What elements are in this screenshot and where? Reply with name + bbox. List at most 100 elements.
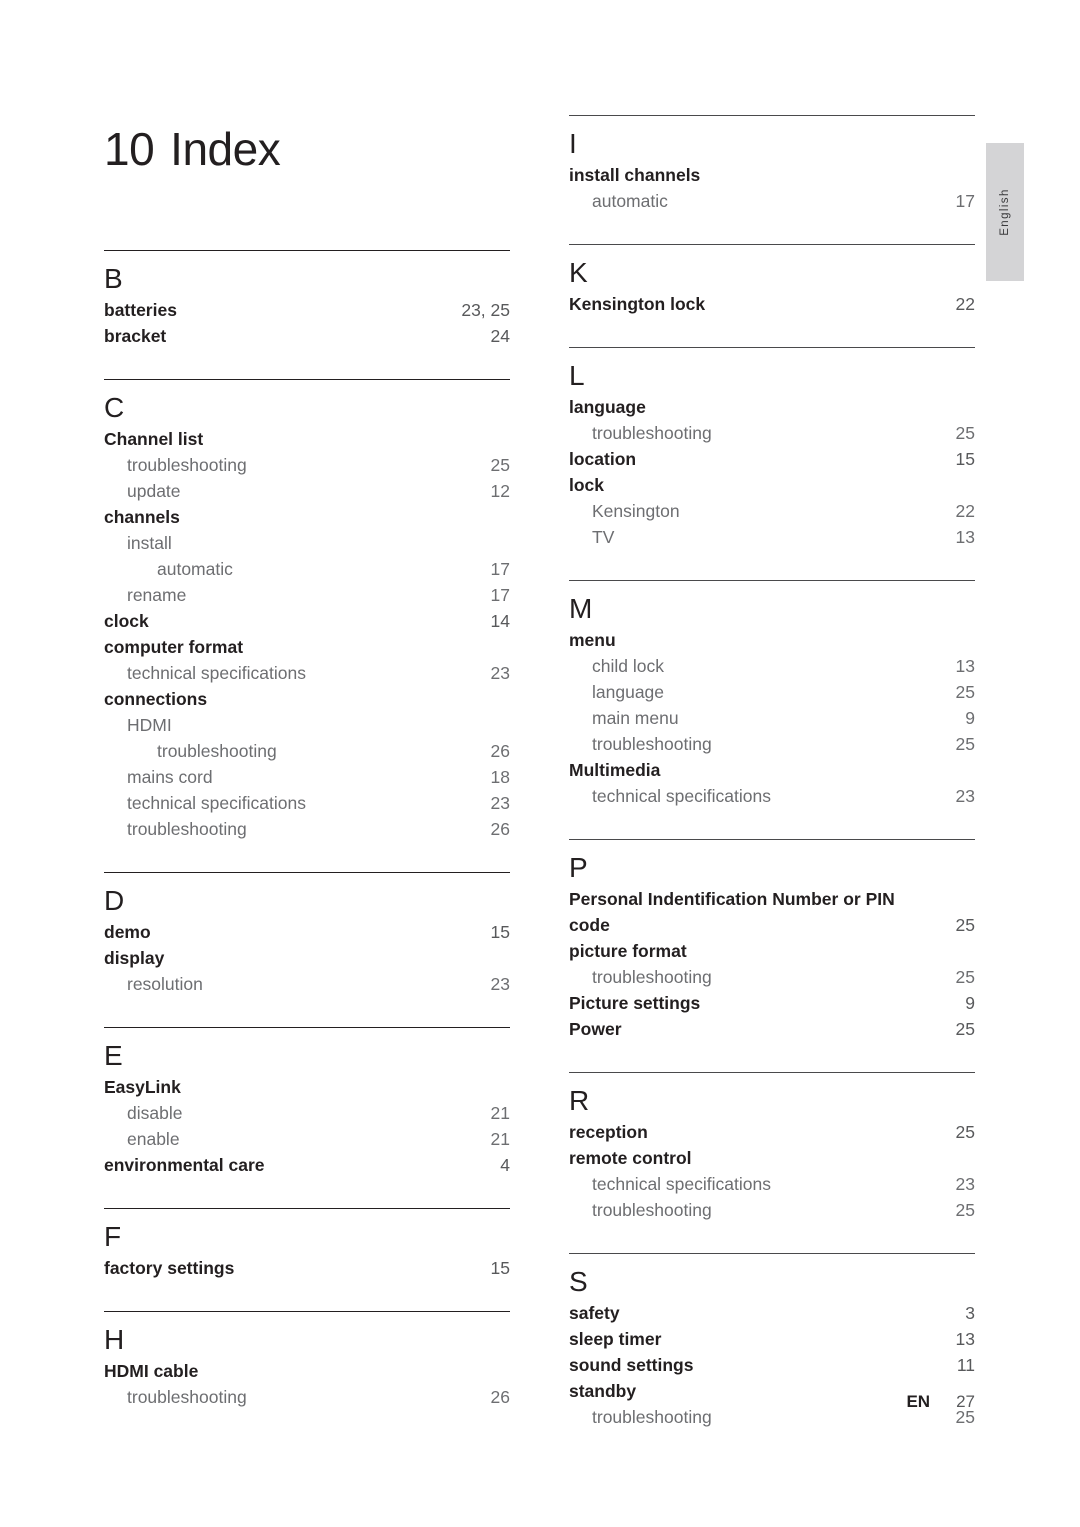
index-entry-page-number: 25: [955, 734, 975, 754]
index-entry[interactable]: display: [104, 945, 510, 971]
index-entry[interactable]: Kensington lock 22: [569, 291, 975, 317]
index-entry[interactable]: Kensington 22: [569, 498, 975, 524]
index-entry[interactable]: child lock 13: [569, 653, 975, 679]
index-section-i: Iinstall channels automatic 17: [569, 115, 975, 244]
index-entry[interactable]: enable 21: [104, 1126, 510, 1152]
index-entry-list: batteries 23, 25 bracket 24: [104, 297, 510, 379]
index-entry-page-number: 17: [955, 191, 975, 211]
index-entry[interactable]: EasyLink: [104, 1074, 510, 1100]
index-column-left: Bbatteries 23, 25 bracket 24 C Channel list tr…: [104, 250, 510, 1440]
index-entry[interactable]: computer format: [104, 634, 510, 660]
index-entry[interactable]: automatic 17: [569, 188, 975, 214]
index-entry-list: menu child lock 13 language 25 main menu 9 trou…: [569, 627, 975, 839]
index-entry[interactable]: Personal Indentification Number or PIN co…: [569, 886, 975, 938]
index-entry-label-continuation: code: [569, 915, 610, 935]
index-entry[interactable]: technical specifications 23: [569, 1171, 975, 1197]
index-entry-label: connections: [104, 689, 208, 709]
index-entry[interactable]: troubleshooting 26: [104, 738, 510, 764]
section-letter: I: [569, 128, 577, 159]
index-section-b: Bbatteries 23, 25 bracket 24: [104, 250, 510, 379]
index-entry-label: install channels: [569, 165, 701, 185]
index-entry[interactable]: lock: [569, 472, 975, 498]
index-entry-label: child lock: [592, 656, 664, 676]
index-entry-list: demo 15 display resolution 23: [104, 919, 510, 1027]
section-letter: S: [569, 1266, 588, 1297]
section-letter: E: [104, 1040, 123, 1071]
index-entry-list: Personal Indentification Number or PIN co…: [569, 886, 975, 1072]
index-entry[interactable]: channels: [104, 504, 510, 530]
index-entry[interactable]: picture format: [569, 938, 975, 964]
index-entry[interactable]: language 25: [569, 679, 975, 705]
index-entry[interactable]: troubleshooting 25: [569, 1197, 975, 1223]
index-entry-label: channels: [104, 507, 180, 527]
index-entry[interactable]: install: [104, 530, 510, 556]
section-letter: R: [569, 1085, 590, 1116]
index-entry[interactable]: factory settings 15: [104, 1255, 510, 1281]
index-entry[interactable]: troubleshooting 26: [104, 816, 510, 842]
index-entry[interactable]: TV 13: [569, 524, 975, 550]
index-entry[interactable]: Power 25: [569, 1016, 975, 1042]
index-entry-page-number: 18: [490, 767, 510, 787]
index-entry[interactable]: troubleshooting 25: [104, 452, 510, 478]
index-entry-page-number: 11: [956, 1355, 975, 1375]
index-entry[interactable]: demo 15: [104, 919, 510, 945]
index-entry[interactable]: language: [569, 394, 975, 420]
index-entry[interactable]: bracket 24: [104, 323, 510, 349]
index-entry[interactable]: mains cord 18: [104, 764, 510, 790]
index-entry-page-number: 4: [500, 1155, 510, 1175]
index-entry[interactable]: remote control: [569, 1145, 975, 1171]
index-entry-label: location: [569, 449, 637, 469]
index-entry[interactable]: menu: [569, 627, 975, 653]
index-entry[interactable]: troubleshooting 26: [104, 1384, 510, 1410]
index-entry-label: troubleshooting: [127, 1387, 247, 1407]
index-entry[interactable]: troubleshooting 25: [569, 420, 975, 446]
index-entry[interactable]: Channel list: [104, 426, 510, 452]
index-entry[interactable]: Multimedia: [569, 757, 975, 783]
index-entry[interactable]: main menu 9: [569, 705, 975, 731]
index-entry-label: automatic: [592, 191, 668, 211]
index-entry[interactable]: environmental care 4: [104, 1152, 510, 1178]
index-entry[interactable]: troubleshooting 25: [569, 731, 975, 757]
index-entry-page-number: 23, 25: [461, 300, 510, 320]
index-entry-label: disable: [127, 1103, 183, 1123]
index-entry[interactable]: sound settings 11: [569, 1352, 975, 1378]
index-entry[interactable]: connections: [104, 686, 510, 712]
index-entry-page-number: 23: [490, 974, 510, 994]
index-entry[interactable]: automatic 17: [104, 556, 510, 582]
index-entry-label: technical specifications: [592, 786, 771, 806]
index-entry[interactable]: HDMI cable: [104, 1358, 510, 1384]
index-entry[interactable]: install channels: [569, 162, 975, 188]
index-entry[interactable]: clock 14: [104, 608, 510, 634]
index-entry[interactable]: HDMI: [104, 712, 510, 738]
index-entry[interactable]: troubleshooting 25: [569, 964, 975, 990]
page-title-text: Index: [170, 123, 281, 175]
index-entry[interactable]: update 12: [104, 478, 510, 504]
index-entry-label: picture format: [569, 941, 687, 961]
index-entry[interactable]: safety 3: [569, 1300, 975, 1326]
index-entry-list: reception 25 remote control technical speci…: [569, 1119, 975, 1253]
index-entry[interactable]: sleep timer 13: [569, 1326, 975, 1352]
index-entry-page-number: 13: [955, 656, 975, 676]
index-entry[interactable]: resolution 23: [104, 971, 510, 997]
index-entry[interactable]: reception 25: [569, 1119, 975, 1145]
index-entry-page-number: 24: [490, 326, 510, 346]
index-entry[interactable]: rename 17: [104, 582, 510, 608]
index-entry-page-number: 25: [955, 915, 975, 935]
index-entry-label: Picture settings: [569, 993, 701, 1013]
index-section-l: Llanguage troubleshooting 25 location 15 lock…: [569, 347, 975, 580]
page-footer: EN 27: [569, 1392, 975, 1412]
index-entry[interactable]: technical specifications 23: [569, 783, 975, 809]
index-section-c: C Channel list troubleshooting 25 update 12 ch…: [104, 379, 510, 872]
index-entry[interactable]: batteries 23, 25: [104, 297, 510, 323]
index-entry[interactable]: disable 21: [104, 1100, 510, 1126]
index-entry-label: menu: [569, 630, 616, 650]
index-entry-label: clock: [104, 611, 149, 631]
index-entry-label: technical specifications: [127, 793, 306, 813]
index-entry-label: troubleshooting: [592, 967, 712, 987]
index-entry[interactable]: Picture settings 9: [569, 990, 975, 1016]
index-entry-label: bracket: [104, 326, 167, 346]
index-entry-page-number: 9: [965, 708, 975, 728]
index-entry[interactable]: technical specifications 23: [104, 660, 510, 686]
index-entry[interactable]: technical specifications 23: [104, 790, 510, 816]
index-entry[interactable]: location 15: [569, 446, 975, 472]
